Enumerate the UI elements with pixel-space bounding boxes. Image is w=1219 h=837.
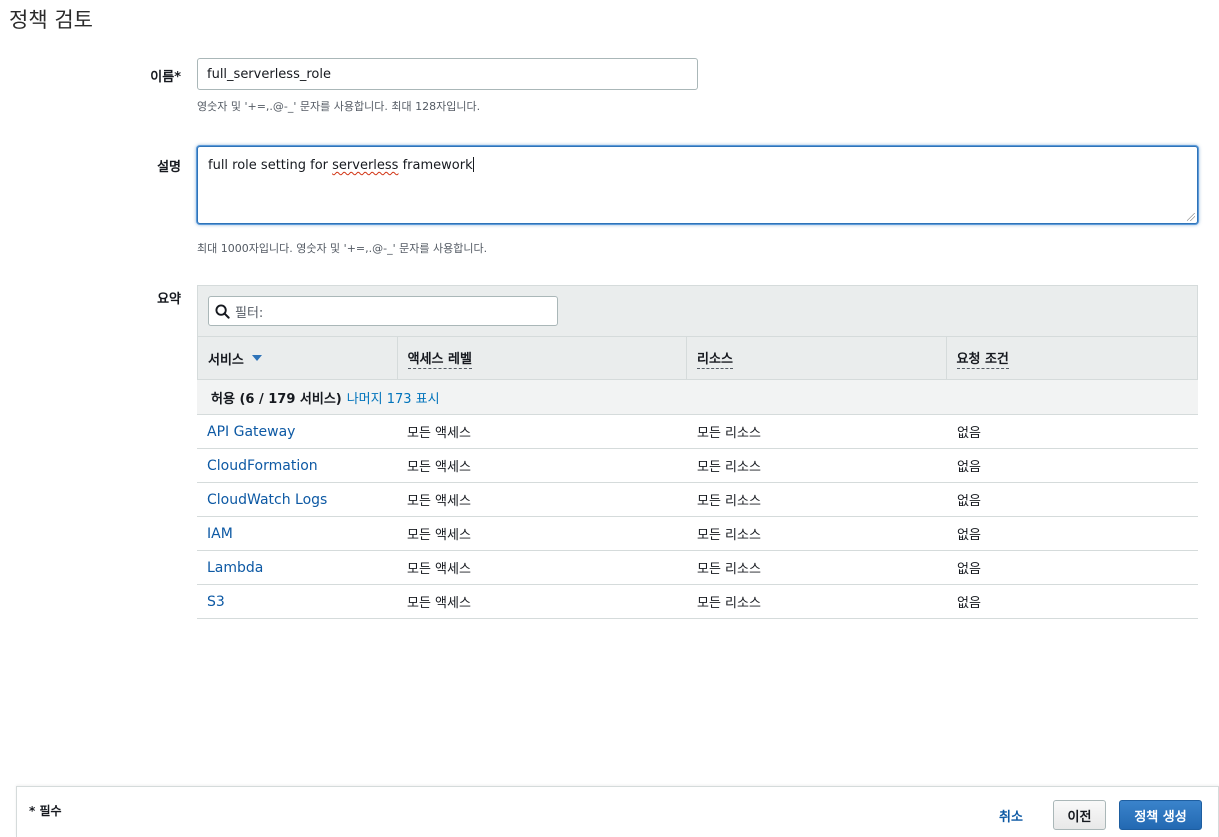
service-link[interactable]: Lambda (197, 560, 397, 576)
footer-bar: * 필수 취소 이전 정책 생성 (16, 786, 1219, 837)
name-input[interactable]: full_serverless_role (197, 58, 698, 90)
column-resource-label: 리소스 (697, 348, 733, 369)
table-header: 서비스 액세스 레벨 리소스 요청 조건 (197, 336, 1198, 380)
column-service-label: 서비스 (208, 352, 244, 368)
filter-placeholder: 필터: (235, 305, 264, 321)
service-link[interactable]: CloudWatch Logs (197, 492, 397, 508)
access-level-cell: 모든 액세스 (407, 596, 471, 611)
description-text-end: framework (398, 158, 473, 173)
condition-cell: 없음 (957, 562, 981, 577)
description-text-start: full role setting for (208, 158, 333, 173)
table-row: API Gateway 모든 액세스 모든 리소스 없음 (197, 415, 1198, 449)
service-link[interactable]: API Gateway (197, 424, 397, 440)
access-level-cell: 모든 액세스 (407, 562, 471, 577)
table-row: CloudWatch Logs 모든 액세스 모든 리소스 없음 (197, 483, 1198, 517)
table-row: S3 모든 액세스 모든 리소스 없음 (197, 585, 1198, 619)
description-hint: 최대 1000자입니다. 영숫자 및 '+=,.@-_' 문자를 사용합니다. (197, 242, 488, 255)
required-note: * 필수 (29, 804, 62, 818)
show-remaining-link[interactable]: 나머지 173 표시 (347, 388, 440, 407)
resource-cell: 모든 리소스 (697, 562, 761, 577)
cancel-button[interactable]: 취소 (991, 800, 1031, 830)
resource-cell: 모든 리소스 (697, 596, 761, 611)
condition-cell: 없음 (957, 460, 981, 475)
name-input-value: full_serverless_role (207, 66, 331, 82)
table-row: IAM 모든 액세스 모든 리소스 없음 (197, 517, 1198, 551)
summary-label: 요약 (157, 292, 181, 307)
condition-cell: 없음 (957, 494, 981, 509)
condition-cell: 없음 (957, 596, 981, 611)
description-textarea[interactable]: full role setting for serverless framewo… (197, 146, 1198, 224)
service-link[interactable]: S3 (197, 594, 397, 610)
access-level-cell: 모든 액세스 (407, 426, 471, 441)
service-link[interactable]: IAM (197, 526, 397, 542)
resource-cell: 모든 리소스 (697, 528, 761, 543)
allow-group-label: 허용 (6 / 179 서비스) (211, 391, 342, 407)
condition-cell: 없음 (957, 426, 981, 441)
description-text-misspelled: serverless (332, 158, 399, 173)
table-body: API Gateway 모든 액세스 모든 리소스 없음 CloudFormation 모… (197, 415, 1198, 619)
allow-group-row: 허용 (6 / 179 서비스) 나머지 173 표시 (197, 380, 1198, 415)
search-icon (215, 303, 230, 319)
summary-table: 필터: 서비스 액세스 레벨 리소스 요청 조건 허용 (6 / 179 서비스… (197, 285, 1198, 620)
column-access-level[interactable]: 액세스 레벨 (398, 337, 688, 379)
text-caret (472, 157, 474, 172)
caret-down-icon (251, 355, 262, 361)
previous-button[interactable]: 이전 (1053, 800, 1106, 830)
resource-cell: 모든 리소스 (697, 426, 761, 441)
access-level-cell: 모든 액세스 (407, 460, 471, 475)
name-label: 이름* (150, 70, 181, 85)
resize-handle[interactable] (1187, 213, 1195, 221)
column-resource[interactable]: 리소스 (687, 337, 947, 379)
table-row: Lambda 모든 액세스 모든 리소스 없음 (197, 551, 1198, 585)
description-label: 설명 (157, 160, 181, 175)
service-link[interactable]: CloudFormation (197, 458, 397, 474)
column-service[interactable]: 서비스 (198, 337, 398, 379)
column-request-condition-label: 요청 조건 (956, 348, 1009, 369)
access-level-cell: 모든 액세스 (407, 494, 471, 509)
column-request-condition[interactable]: 요청 조건 (947, 337, 1198, 379)
resource-cell: 모든 리소스 (697, 494, 761, 509)
resource-cell: 모든 리소스 (697, 460, 761, 475)
page-title: 정책 검토 (9, 8, 93, 32)
table-row: CloudFormation 모든 액세스 모든 리소스 없음 (197, 449, 1198, 483)
name-hint: 영숫자 및 '+=,.@-_' 문자를 사용합니다. 최대 128자입니다. (197, 100, 481, 113)
filter-bar: 필터: (197, 285, 1198, 336)
column-access-level-label: 액세스 레벨 (407, 348, 472, 369)
filter-input[interactable]: 필터: (208, 296, 558, 326)
condition-cell: 없음 (957, 528, 981, 543)
create-policy-button[interactable]: 정책 생성 (1119, 800, 1202, 830)
access-level-cell: 모든 액세스 (407, 528, 471, 543)
